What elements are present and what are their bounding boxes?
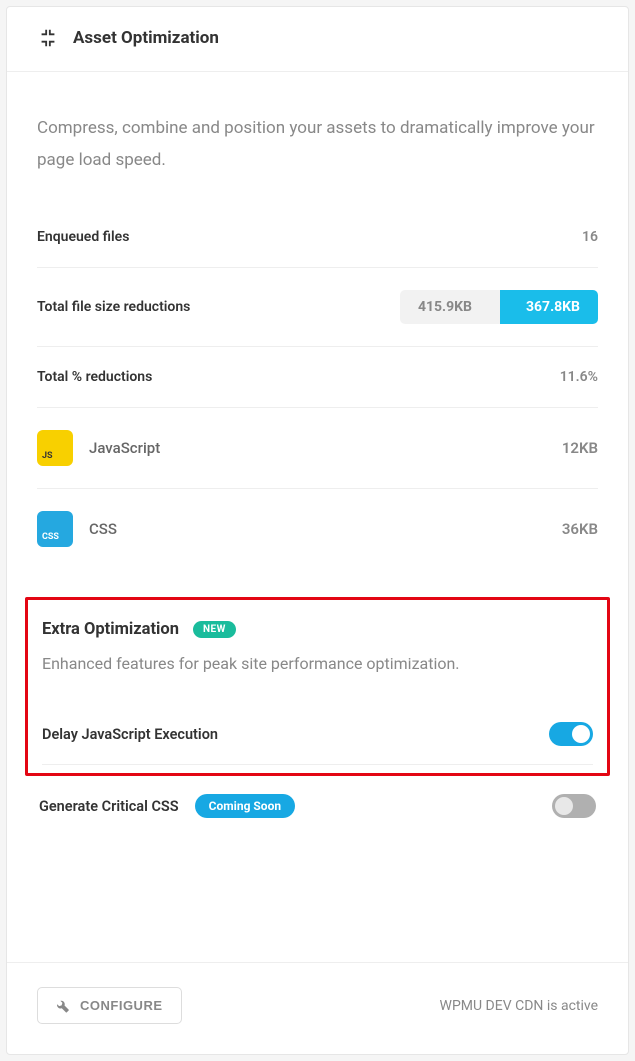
- card-footer: CONFIGURE WPMU DEV CDN is active: [7, 962, 628, 1054]
- configure-label: CONFIGURE: [80, 998, 163, 1013]
- asset-row-css: CSS CSS 36KB: [37, 489, 598, 569]
- stat-label: Total % reductions: [37, 369, 152, 385]
- asset-size: 12KB: [562, 439, 598, 457]
- stat-value: 16: [582, 229, 598, 245]
- critical-css-toggle[interactable]: [552, 794, 596, 818]
- size-reduction-bar: 415.9KB 367.8KB: [400, 290, 598, 324]
- critical-css-label: Generate Critical CSS: [39, 798, 179, 815]
- extra-header: Extra Optimization NEW: [42, 620, 593, 639]
- stat-label: Enqueued files: [37, 229, 129, 245]
- compress-icon: [37, 27, 59, 49]
- card-description: Compress, combine and position your asse…: [7, 72, 628, 207]
- stat-enqueued-files: Enqueued files 16: [37, 207, 598, 268]
- asset-size: 36KB: [562, 520, 598, 538]
- asset-name: CSS: [89, 520, 117, 538]
- stat-value: 11.6%: [560, 369, 598, 385]
- stat-label: Total file size reductions: [37, 299, 190, 315]
- size-after: 367.8KB: [500, 290, 598, 324]
- stats-section: Enqueued files 16 Total file size reduct…: [7, 207, 628, 569]
- wrench-icon: [56, 999, 70, 1013]
- cdn-status: WPMU DEV CDN is active: [440, 998, 598, 1014]
- new-badge: NEW: [193, 621, 236, 638]
- delay-js-label: Delay JavaScript Execution: [42, 726, 218, 743]
- stat-filesize-reductions: Total file size reductions 415.9KB 367.8…: [37, 268, 598, 347]
- delay-js-row: Delay JavaScript Execution: [42, 704, 593, 765]
- card-header: Asset Optimization: [7, 7, 628, 71]
- below-extra-section: Generate Critical CSS Coming Soon: [25, 776, 610, 836]
- stat-percent-reductions: Total % reductions 11.6%: [37, 347, 598, 408]
- asset-row-javascript: JS JavaScript 12KB: [37, 408, 598, 489]
- size-before: 415.9KB: [400, 290, 500, 324]
- extra-description: Enhanced features for peak site performa…: [42, 639, 593, 705]
- card-title: Asset Optimization: [73, 28, 219, 48]
- extra-optimization-section: Extra Optimization NEW Enhanced features…: [25, 597, 610, 777]
- asset-name: JavaScript: [89, 439, 160, 457]
- delay-js-toggle[interactable]: [549, 722, 593, 746]
- critical-css-row: Generate Critical CSS Coming Soon: [39, 776, 596, 836]
- configure-button[interactable]: CONFIGURE: [37, 987, 182, 1024]
- extra-title: Extra Optimization: [42, 620, 179, 639]
- css-tag-icon: CSS: [37, 511, 73, 547]
- js-tag-icon: JS: [37, 430, 73, 466]
- asset-optimization-card: Asset Optimization Compress, combine and…: [6, 6, 629, 1055]
- coming-soon-badge: Coming Soon: [195, 794, 295, 818]
